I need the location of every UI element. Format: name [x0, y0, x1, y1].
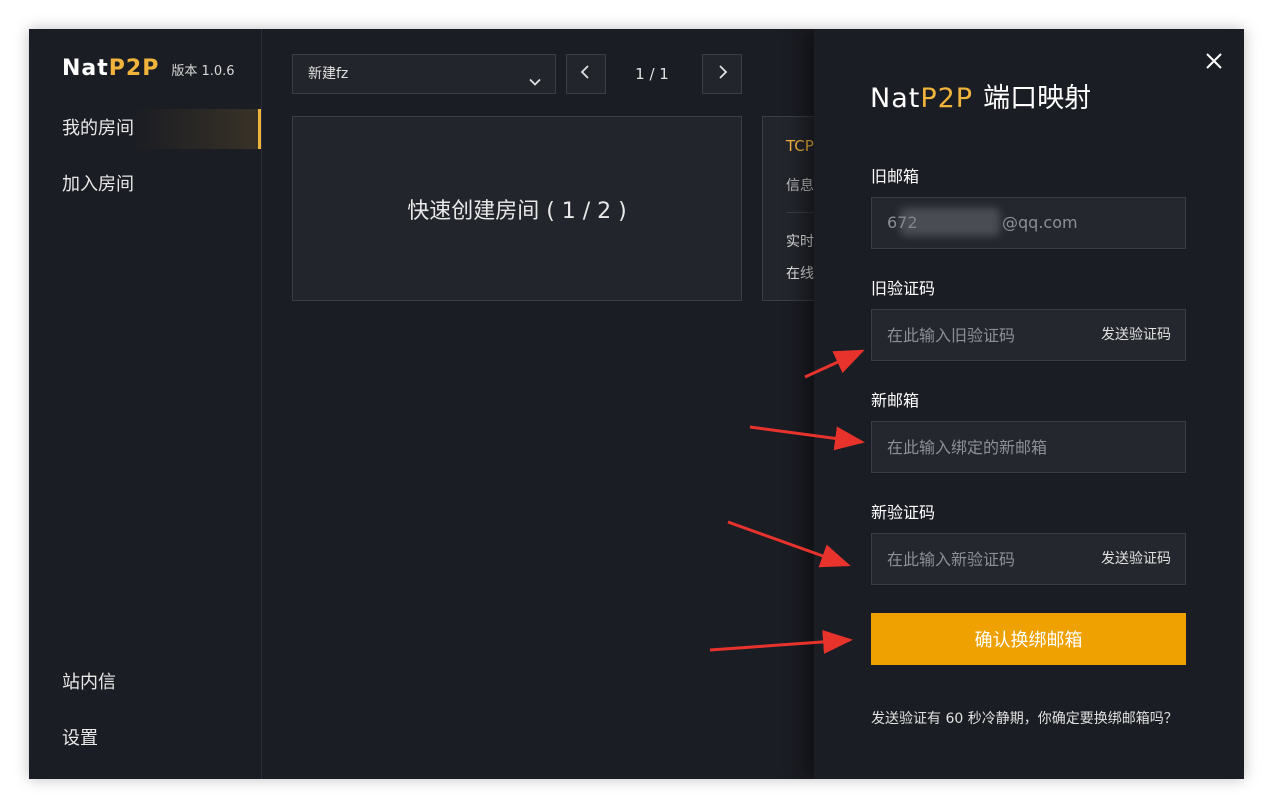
app-window: NatP2P 版本 1.0.6 我的房间 加入房间 站内信 设置 新建fz 1	[29, 29, 1244, 779]
chevron-right-icon	[715, 64, 729, 84]
new-code-input[interactable]	[872, 534, 1082, 584]
new-code-field: 发送验证码	[871, 533, 1186, 585]
sidebar-item-label: 设置	[62, 728, 98, 749]
info-label: 信息	[786, 178, 814, 194]
send-old-code-button[interactable]: 发送验证码	[1101, 310, 1171, 360]
cooldown-hint: 发送验证有 60 秒冷静期，你确定要换绑邮箱吗？	[871, 711, 1178, 727]
redaction-blur	[900, 208, 1000, 236]
old-email-field: 672 @qq.com	[871, 197, 1186, 249]
protocol-label: TCP	[786, 137, 814, 155]
old-email-label: 旧邮箱	[871, 167, 920, 186]
drawer-title: Nat P2P 端口映射	[870, 76, 1091, 115]
send-new-code-button[interactable]: 发送验证码	[1101, 534, 1171, 584]
sidebar-item-label: 站内信	[62, 672, 116, 693]
new-email-field	[871, 421, 1186, 473]
quick-create-room-card[interactable]: 快速创建房间 ( 1 / 2 )	[292, 116, 742, 301]
title-p2p: P2P	[920, 83, 974, 114]
sidebar-item-label: 我的房间	[62, 118, 134, 139]
brand-logo: Nat P2P 版本 1.0.6	[62, 56, 235, 81]
old-code-label: 旧验证码	[871, 279, 936, 298]
confirm-change-email-button[interactable]: 确认换绑邮箱	[871, 613, 1186, 665]
prev-page-button[interactable]	[566, 54, 606, 94]
room-select-value: 新建fz	[308, 66, 349, 82]
realtime-label: 实时	[786, 234, 814, 250]
quick-create-label: 快速创建房间 ( 1 / 2 )	[407, 198, 627, 224]
new-email-input[interactable]	[872, 422, 1172, 472]
new-email-label: 新邮箱	[871, 391, 920, 410]
close-icon[interactable]	[1204, 51, 1224, 71]
sidebar-item-messages[interactable]: 站内信	[29, 663, 261, 703]
app-version: 版本 1.0.6	[171, 64, 235, 79]
chevron-down-icon	[527, 67, 543, 105]
brand-p2p: P2P	[108, 56, 160, 81]
old-code-input[interactable]	[872, 310, 1082, 360]
room-select[interactable]: 新建fz	[292, 54, 556, 94]
online-label: 在线	[786, 266, 814, 282]
sidebar: Nat P2P 版本 1.0.6 我的房间 加入房间 站内信 设置	[29, 29, 262, 779]
change-email-drawer: NatP2P 端口映射 旧邮箱 672 @qq.com 旧验证码 发送验证码 新邮…	[814, 29, 1244, 779]
page-indicator: 1 / 1	[635, 65, 669, 83]
old-code-field: 发送验证码	[871, 309, 1186, 361]
new-code-label: 新验证码	[871, 503, 936, 522]
brand-nat: Nat	[62, 56, 109, 81]
sidebar-item-join-room[interactable]: 加入房间	[29, 165, 261, 205]
sidebar-item-settings[interactable]: 设置	[29, 719, 261, 759]
title-rest: 端口映射	[983, 83, 1092, 114]
next-page-button[interactable]	[702, 54, 742, 94]
title-nat: Nat	[870, 83, 921, 114]
sidebar-item-label: 加入房间	[62, 174, 134, 195]
chevron-left-icon	[579, 64, 593, 84]
sidebar-item-my-rooms[interactable]: 我的房间	[29, 109, 261, 149]
old-email-value: @qq.com	[1002, 213, 1078, 232]
